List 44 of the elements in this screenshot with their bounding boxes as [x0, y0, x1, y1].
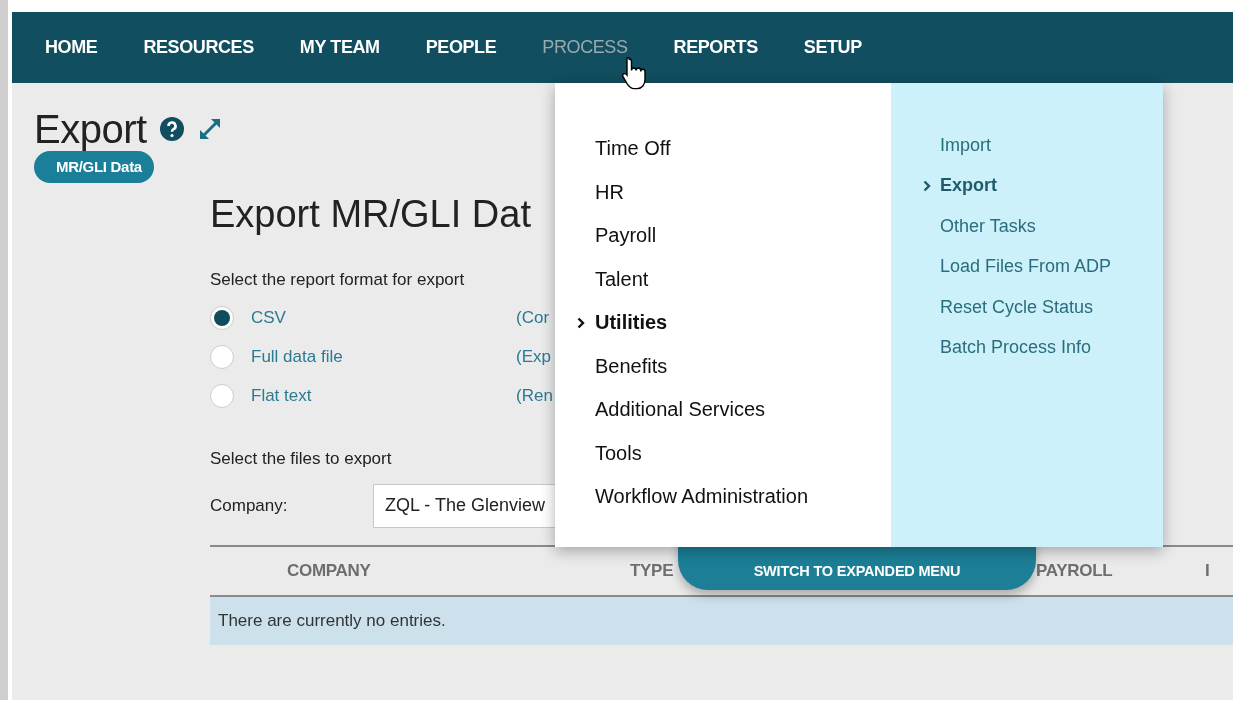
menu-item[interactable]: Load Files From ADP	[891, 246, 1163, 287]
column-header: COMPANY	[287, 561, 371, 581]
chevron-icon	[577, 316, 585, 329]
nav-item[interactable]: HOME	[45, 37, 98, 58]
format-description: (Exp	[516, 346, 551, 367]
nav-item[interactable]: PROCESS	[542, 37, 628, 58]
format-label: Select the report format for export	[210, 270, 465, 290]
format-description: (Cor	[516, 307, 550, 328]
menu-category[interactable]: Additional Services	[555, 388, 891, 432]
menu-category[interactable]: Tools	[555, 431, 891, 475]
menu-item[interactable]: Batch Process Info	[891, 327, 1163, 368]
menu-item[interactable]: Import	[891, 125, 1163, 166]
nav-item[interactable]: RESOURCES	[143, 37, 254, 58]
radio-label[interactable]: Flat text	[251, 385, 516, 406]
radio-button[interactable]	[210, 383, 234, 408]
nav-item[interactable]: SETUP	[803, 37, 862, 58]
radio-button[interactable]	[210, 344, 234, 369]
company-label: Company:	[210, 496, 289, 516]
nav-item[interactable]: MY TEAM	[299, 37, 380, 58]
column-header: I	[1205, 561, 1210, 581]
nav-item[interactable]: PEOPLE	[425, 37, 497, 58]
menu-category[interactable]: Benefits	[555, 344, 891, 388]
menu-item[interactable]: Reset Cycle Status	[891, 287, 1163, 328]
section-title: Export MR/GLI Dat	[210, 193, 531, 237]
tag-pill[interactable]: MR/GLI Data	[34, 151, 154, 183]
menu-category[interactable]: Payroll	[555, 214, 891, 258]
chevron-icon	[923, 179, 931, 192]
files-label: Select the files to export	[210, 449, 392, 469]
radio-label[interactable]: CSV	[251, 307, 516, 328]
column-header: TYPE	[630, 561, 674, 581]
menu-category[interactable]: Talent	[555, 257, 891, 301]
column-header: PAYROLL	[1036, 561, 1113, 581]
radio-label[interactable]: Full data file	[251, 346, 516, 367]
menu-category[interactable]: Time Off	[555, 127, 891, 171]
menu-category[interactable]: HR	[555, 170, 891, 214]
help-icon[interactable]	[158, 116, 185, 142]
page-title: Export	[34, 106, 147, 152]
radio-button[interactable]	[210, 305, 234, 330]
menu-category[interactable]: Utilities	[555, 301, 891, 345]
empty-message: There are currently no entries.	[218, 611, 446, 631]
nav-item[interactable]: REPORTS	[673, 37, 758, 58]
menu-item[interactable]: Other Tasks	[891, 206, 1163, 247]
menu-item[interactable]: Export	[891, 165, 1163, 206]
format-description: (Ren	[516, 385, 553, 406]
